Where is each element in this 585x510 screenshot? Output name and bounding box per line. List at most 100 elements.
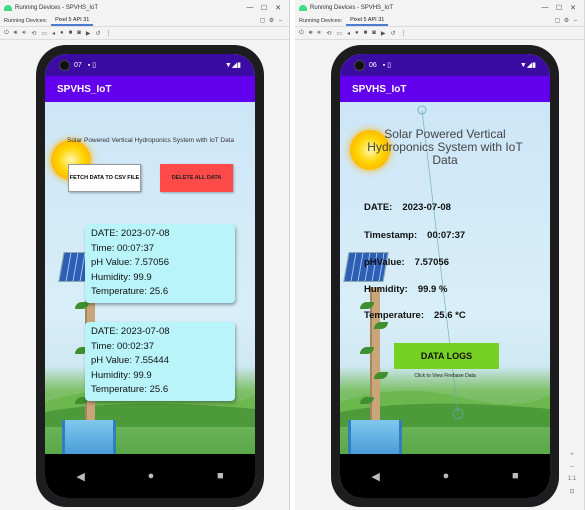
android-studio-icon bbox=[299, 4, 307, 11]
window-title: Running Devices - SPVHS_IoT bbox=[15, 4, 99, 11]
app-title: SPVHS_IoT bbox=[57, 83, 112, 95]
screenshot-icon[interactable]: ◙ bbox=[372, 30, 376, 36]
volume-up-icon[interactable]: 🔊︎ bbox=[309, 30, 313, 37]
fit-screen-icon[interactable]: ⊡ bbox=[566, 488, 578, 495]
tab-pixel-5[interactable]: Pixel 5 API 31 bbox=[346, 16, 389, 26]
data-logs-button[interactable]: DATA LOGS bbox=[394, 343, 499, 369]
minimize-icon[interactable]: — bbox=[538, 4, 552, 11]
fold-icon[interactable]: ▭ bbox=[336, 30, 342, 37]
signal-icon: ▼◢▮ bbox=[519, 62, 536, 69]
phone-screen: 06 ▪ ▯ ▼◢▮ SPVHS_IoT Solar Powered Verti… bbox=[340, 54, 550, 498]
more-icon[interactable]: ⋮ bbox=[106, 30, 112, 37]
date-value: 2023-07-08 bbox=[402, 202, 451, 213]
notification-icon: ▪ ▯ bbox=[382, 62, 392, 69]
app-bar: SPVHS_IoT bbox=[45, 76, 255, 102]
phone-frame: 07 ▪ ▯ ▼◢▮ SPVHS_IoT Solar Powered Verti… bbox=[36, 45, 264, 507]
recents-icon[interactable]: ■ bbox=[217, 470, 224, 482]
card-ph: pH Value: 7.57056 bbox=[91, 257, 169, 268]
back-nav-icon[interactable]: ◂ bbox=[52, 30, 55, 37]
delete-all-button[interactable]: DELETE ALL DATA bbox=[160, 164, 233, 192]
temperature-label: Temperature: bbox=[364, 310, 425, 321]
tab-pixel-5[interactable]: Pixel 5 API 31 bbox=[51, 16, 94, 26]
reset-icon[interactable]: ↺ bbox=[391, 30, 396, 37]
nav-bar: ◀ ● ■ bbox=[45, 454, 255, 498]
data-card[interactable]: DATE: 2023-07-08 Time: 00:07:37 pH Value… bbox=[85, 224, 235, 303]
minimize-icon[interactable]: — bbox=[243, 4, 257, 11]
layout-icon[interactable]: ▢ bbox=[553, 17, 562, 24]
close-icon[interactable]: ✕ bbox=[566, 4, 580, 12]
fetch-csv-button[interactable]: FETCH DATA TO CSV FILE bbox=[68, 164, 141, 192]
power-icon[interactable]: ⏻ bbox=[299, 30, 304, 37]
page-heading: Solar Powered Vertical Hydroponics Syste… bbox=[367, 127, 523, 167]
temperature-row: Temperature: 25.6 *C bbox=[364, 310, 466, 321]
card-time: Time: 00:07:37 bbox=[91, 242, 155, 254]
back-icon[interactable]: ◀ bbox=[76, 470, 84, 483]
date-label: DATE: bbox=[364, 202, 393, 213]
home-nav-icon[interactable]: ● bbox=[60, 30, 64, 36]
layout-icon[interactable]: ▢ bbox=[258, 17, 267, 24]
status-bar: 06 ▪ ▯ ▼◢▮ bbox=[340, 54, 550, 76]
android-studio-icon bbox=[4, 4, 12, 11]
more-icon[interactable]: ⋮ bbox=[401, 30, 407, 37]
timestamp-value: 00:07:37 bbox=[427, 230, 466, 241]
zoom-in-icon[interactable]: + bbox=[566, 452, 578, 458]
card-humidity: Humidity: 99.9 bbox=[91, 271, 152, 283]
emulator-toolbar: ⏻ 🔊︎ 🔉︎ ⟲ ▭ ◂ ● ■ ◙ ▶ ↺ ⋮ bbox=[0, 27, 289, 40]
back-nav-icon[interactable]: ◂ bbox=[347, 30, 350, 37]
record-icon[interactable]: ▶ bbox=[381, 30, 386, 37]
gear-icon[interactable]: ⚙ bbox=[562, 17, 571, 24]
ph-label: pHValue: bbox=[364, 257, 405, 268]
timestamp-row: Timestamp: 00:07:37 bbox=[364, 230, 465, 241]
card-humidity: Humidity: 99.9 bbox=[91, 369, 152, 381]
home-icon[interactable]: ● bbox=[148, 470, 155, 482]
hide-icon[interactable]: – bbox=[571, 18, 580, 24]
record-icon[interactable]: ▶ bbox=[86, 30, 91, 37]
volume-up-icon[interactable]: 🔊︎ bbox=[14, 30, 18, 37]
reset-icon[interactable]: ↺ bbox=[96, 30, 101, 37]
signal-icon: ▼◢▮ bbox=[224, 62, 241, 69]
marquee-title: Solar Powered Vertical Hydroponics Syste… bbox=[67, 137, 235, 144]
home-nav-icon[interactable]: ● bbox=[355, 30, 359, 36]
status-bar: 07 ▪ ▯ ▼◢▮ bbox=[45, 54, 255, 76]
main-content: Solar Powered Vertical Hydroponics Syste… bbox=[340, 102, 550, 468]
close-icon[interactable]: ✕ bbox=[271, 4, 285, 12]
gear-icon[interactable]: ⚙ bbox=[267, 17, 276, 24]
zoom-ratio-icon[interactable]: 1:1 bbox=[566, 476, 578, 482]
ph-row: pHValue: 7.57056 bbox=[364, 257, 449, 268]
card-time: Time: 00:02:37 bbox=[91, 340, 155, 352]
rotate-icon[interactable]: ⟲ bbox=[31, 30, 36, 37]
card-temperature: Temperature: 25.6 bbox=[91, 384, 169, 395]
phone-screen: 07 ▪ ▯ ▼◢▮ SPVHS_IoT Solar Powered Verti… bbox=[45, 54, 255, 498]
maximize-icon[interactable]: ☐ bbox=[552, 4, 566, 12]
home-icon[interactable]: ● bbox=[443, 470, 450, 482]
fold-icon[interactable]: ▭ bbox=[41, 30, 47, 37]
window-titlebar: Running Devices - SPVHS_IoT — ☐ ✕ bbox=[0, 0, 289, 15]
overview-icon[interactable]: ■ bbox=[69, 30, 73, 36]
logs-caption: Click to View Firebase Data bbox=[414, 373, 476, 379]
window-titlebar: Running Devices - SPVHS_IoT — ☐ ✕ bbox=[295, 0, 584, 15]
maximize-icon[interactable]: ☐ bbox=[257, 4, 271, 12]
app-title: SPVHS_IoT bbox=[352, 83, 407, 95]
temperature-value: 25.6 *C bbox=[434, 310, 466, 321]
rotate-icon[interactable]: ⟲ bbox=[326, 30, 331, 37]
card-ph: pH Value: 7.55444 bbox=[91, 355, 169, 366]
date-row: DATE: 2023-07-08 bbox=[364, 202, 451, 213]
overview-icon[interactable]: ■ bbox=[364, 30, 368, 36]
recents-icon[interactable]: ■ bbox=[512, 470, 519, 482]
status-time: 07 bbox=[74, 61, 82, 69]
camera-cutout bbox=[59, 59, 70, 71]
screenshot-icon[interactable]: ◙ bbox=[77, 30, 81, 36]
humidity-value: 99.9 % bbox=[417, 284, 448, 295]
app-bar: SPVHS_IoT bbox=[340, 76, 550, 102]
emulator-window-right: Running Devices - SPVHS_IoT — ☐ ✕ Runnin… bbox=[295, 0, 585, 510]
power-icon[interactable]: ⏻ bbox=[4, 30, 9, 37]
volume-down-icon[interactable]: 🔉︎ bbox=[318, 30, 322, 37]
zoom-out-icon[interactable]: – bbox=[566, 464, 578, 470]
hide-icon[interactable]: – bbox=[276, 18, 285, 24]
device-tabs: Running Devices: Pixel 5 API 31 ▢ ⚙ – bbox=[295, 15, 584, 27]
back-icon[interactable]: ◀ bbox=[371, 470, 379, 483]
nav-bar: ◀ ● ■ bbox=[340, 454, 550, 498]
data-card[interactable]: DATE: 2023-07-08 Time: 00:02:37 pH Value… bbox=[85, 322, 235, 401]
volume-down-icon[interactable]: 🔉︎ bbox=[23, 30, 27, 37]
card-date: DATE: 2023-07-08 bbox=[91, 228, 170, 239]
